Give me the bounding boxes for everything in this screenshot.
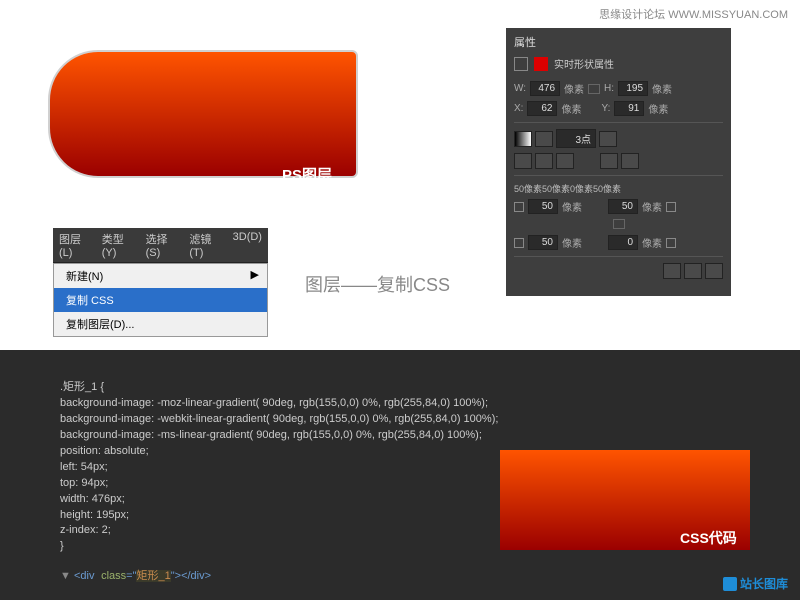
- code-line: .矩形_1 {: [60, 380, 740, 396]
- panel-footer-btn-2[interactable]: [684, 263, 702, 279]
- link-corners-icon[interactable]: [613, 219, 625, 229]
- submenu-arrow-icon: ▶: [251, 268, 259, 281]
- menu-filter[interactable]: 滤镜(T): [183, 228, 226, 262]
- ps-layer-label: PS图层: [282, 164, 332, 185]
- panel-footer-btn-3[interactable]: [705, 263, 723, 279]
- align-btn-3[interactable]: [556, 153, 574, 169]
- menu-item-new[interactable]: 新建(N)▶: [54, 264, 267, 288]
- html-code-line: ▼ <div class="矩形_1"></div>: [60, 567, 211, 583]
- layer-menu-panel: 图层(L) 类型(Y) 选择(S) 滤镜(T) 3D(D) 新建(N)▶ 复制 …: [53, 228, 268, 337]
- height-label: H:: [604, 83, 614, 94]
- code-line: background-image: -moz-linear-gradient( …: [60, 396, 740, 412]
- code-line: background-image: -ms-linear-gradient( 9…: [60, 428, 740, 444]
- width-unit: 像素: [564, 81, 584, 96]
- ps-shape-preview: [48, 50, 358, 178]
- menu-type[interactable]: 类型(Y): [96, 228, 140, 262]
- logo-icon: [723, 577, 737, 591]
- css-code-label: CSS代码: [680, 528, 737, 548]
- collapse-icon[interactable]: ▼: [60, 570, 74, 582]
- corner-bl-check[interactable]: [514, 238, 524, 248]
- stroke-width-input[interactable]: 3点: [556, 129, 596, 148]
- menu-item-copy-css[interactable]: 复制 CSS: [54, 288, 267, 312]
- menu-bar: 图层(L) 类型(Y) 选择(S) 滤镜(T) 3D(D): [53, 228, 268, 263]
- panel-title: 属性: [514, 34, 723, 50]
- watermark-text: 思缘设计论坛 WWW.MISSYUAN.COM: [599, 6, 788, 22]
- x-input[interactable]: 62: [527, 101, 557, 116]
- panel-header: 实时形状属性: [514, 56, 723, 71]
- corner-tr-check[interactable]: [666, 202, 676, 212]
- fill-swatch[interactable]: [514, 131, 532, 147]
- footer-logo: 站长图库: [723, 575, 788, 592]
- width-label: W:: [514, 83, 526, 94]
- menu-3d[interactable]: 3D(D): [227, 228, 268, 262]
- menu-layer[interactable]: 图层(L): [53, 228, 96, 262]
- align-btn-1[interactable]: [514, 153, 532, 169]
- y-label: Y:: [601, 103, 610, 114]
- dropdown-menu: 新建(N)▶ 复制 CSS 复制图层(D)...: [53, 263, 268, 337]
- corner-tl-input[interactable]: 50: [528, 199, 558, 214]
- join-btn[interactable]: [621, 153, 639, 169]
- menu-item-duplicate[interactable]: 复制图层(D)...: [54, 312, 267, 336]
- corner-br-input[interactable]: 0: [608, 235, 638, 250]
- crop-icon[interactable]: [514, 57, 528, 71]
- stroke-style-dropdown[interactable]: [599, 131, 617, 147]
- link-wh-icon[interactable]: [588, 84, 600, 94]
- panel-footer-btn-1[interactable]: [663, 263, 681, 279]
- height-unit: 像素: [652, 81, 672, 96]
- corners-summary: 50像素50像素0像素50像素: [514, 182, 723, 195]
- x-label: X:: [514, 103, 523, 114]
- header-label: 实时形状属性: [554, 56, 614, 71]
- code-line: background-image: -webkit-linear-gradien…: [60, 412, 740, 428]
- shape-fill-icon[interactable]: [534, 57, 548, 71]
- cap-btn[interactable]: [600, 153, 618, 169]
- caption-text: 图层——复制CSS: [305, 271, 450, 297]
- y-input[interactable]: 91: [614, 101, 644, 116]
- corner-bl-input[interactable]: 50: [528, 235, 558, 250]
- properties-panel: 属性 实时形状属性 W: 476 像素 H: 195 像素 X: 62 像素 Y…: [506, 28, 731, 296]
- corner-tr-input[interactable]: 50: [608, 199, 638, 214]
- corner-br-check[interactable]: [666, 238, 676, 248]
- width-input[interactable]: 476: [530, 81, 560, 96]
- footer-text: 站长图库: [740, 575, 788, 592]
- height-input[interactable]: 195: [618, 81, 648, 96]
- corner-tl-check[interactable]: [514, 202, 524, 212]
- x-unit: 像素: [561, 101, 581, 116]
- align-btn-2[interactable]: [535, 153, 553, 169]
- y-unit: 像素: [648, 101, 668, 116]
- menu-select[interactable]: 选择(S): [140, 228, 184, 262]
- stroke-swatch[interactable]: [535, 131, 553, 147]
